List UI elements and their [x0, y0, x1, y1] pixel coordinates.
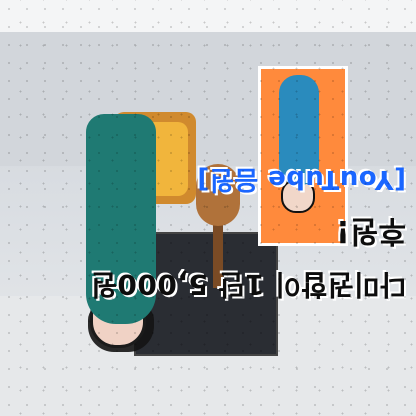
overlay-line-1-text: 다미권합이 1단 5,000원 — [90, 268, 406, 301]
overlay-line-2-text: 후원! — [335, 213, 406, 248]
overlay-line-2: 후원! — [86, 212, 406, 256]
video-frame: 다미권합이 1단 5,000원 후원! [YouTube 음원] — [0, 0, 416, 416]
overlay-line-3-text: [YouTube 음원] — [196, 164, 406, 194]
bottom-strip — [0, 0, 416, 32]
overlay-line-1: 다미권합이 1단 5,000원 — [86, 266, 406, 306]
rotated-content: 다미권합이 1단 5,000원 후원! [YouTube 음원] — [0, 0, 416, 416]
donation-overlay: 다미권합이 1단 5,000원 후원! [YouTube 음원] — [86, 163, 406, 306]
overlay-line-3: [YouTube 음원] — [86, 163, 406, 200]
